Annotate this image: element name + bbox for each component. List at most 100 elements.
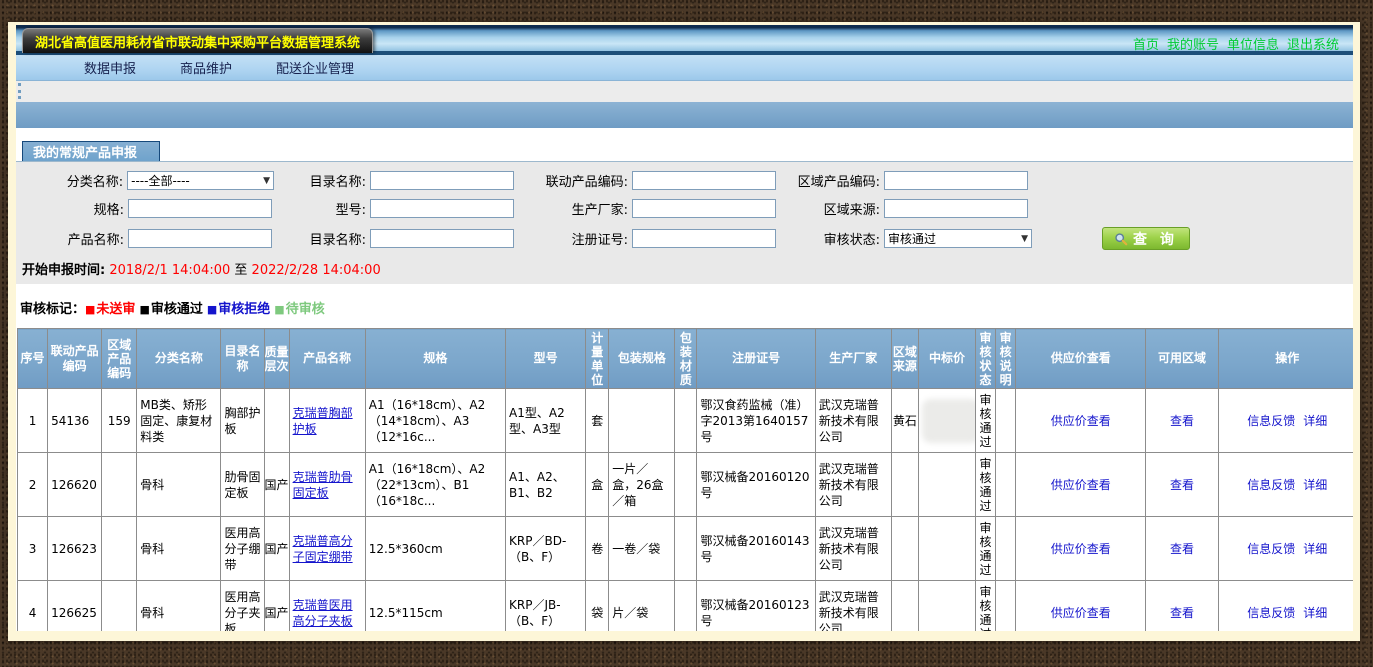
legend-item: ■审核拒绝 bbox=[207, 302, 270, 317]
available-region-link[interactable]: 查看 bbox=[1170, 414, 1194, 428]
supply-price-link[interactable]: 供应价查看 bbox=[1051, 606, 1111, 620]
region-source-input[interactable] bbox=[884, 199, 1028, 218]
cell-region-source: 黄石 bbox=[891, 389, 918, 453]
cell-region-code bbox=[102, 581, 137, 632]
menu-product-maintain[interactable]: 商品维护 bbox=[180, 58, 232, 77]
cell-linkage-code: 126620 bbox=[48, 453, 102, 517]
collapse-handle-icon[interactable] bbox=[18, 83, 21, 99]
link-logout[interactable]: 退出系统 bbox=[1287, 34, 1339, 53]
action-link-0[interactable]: 信息反馈 bbox=[1247, 542, 1295, 556]
legend-square-icon: ■ bbox=[85, 303, 95, 316]
system-title-tab[interactable]: 湖北省高值医用耗材省市联动集中采购平台数据管理系统 bbox=[22, 28, 373, 53]
legend-square-icon: ■ bbox=[274, 303, 284, 316]
product-name-link[interactable]: 克瑞普胸部护板 bbox=[293, 406, 353, 436]
cell-model: A1、A2、B1、B2 bbox=[506, 453, 586, 517]
cell-category: 骨科 bbox=[137, 581, 221, 632]
cell-pack-spec: 一片／盒，26盒／箱 bbox=[609, 453, 675, 517]
link-my-account[interactable]: 我的账号 bbox=[1167, 34, 1219, 53]
supply-price-link[interactable]: 供应价查看 bbox=[1051, 478, 1111, 492]
available-region-link[interactable]: 查看 bbox=[1170, 478, 1194, 492]
filter-label-category: 分类名称: bbox=[16, 171, 127, 190]
column-header-supply-price: 供应价查看 bbox=[1016, 329, 1146, 389]
cell-pack-spec: 片／袋 bbox=[609, 581, 675, 632]
link-home[interactable]: 首页 bbox=[1133, 34, 1159, 53]
cell-unit: 卷 bbox=[586, 517, 609, 581]
cell-category: 骨科 bbox=[137, 453, 221, 517]
cell-linkage-code: 126623 bbox=[48, 517, 102, 581]
cell-audit-status: 审核通过 bbox=[976, 517, 996, 581]
cell-quality-level bbox=[264, 389, 289, 453]
region-code-input[interactable] bbox=[884, 171, 1028, 190]
action-link-0[interactable]: 信息反馈 bbox=[1247, 414, 1295, 428]
cell-available-region: 查看 bbox=[1146, 389, 1218, 453]
cell-reg-no: 鄂汉械备20160123号 bbox=[697, 581, 815, 632]
action-link-0[interactable]: 信息反馈 bbox=[1247, 478, 1295, 492]
menu-delivery-enterprise[interactable]: 配送企业管理 bbox=[276, 58, 354, 77]
cell-manufacturer: 武汉克瑞普新技术有限公司 bbox=[815, 581, 891, 632]
product-name-input[interactable] bbox=[128, 229, 272, 248]
cell-model: A1型、A2型、A3型 bbox=[506, 389, 586, 453]
column-header-catalog: 目录名称 bbox=[221, 329, 264, 389]
product-name-link[interactable]: 克瑞普肋骨固定板 bbox=[293, 470, 353, 500]
action-link-1[interactable]: 详细 bbox=[1303, 606, 1327, 620]
table-row: 4126625骨科医用高分子夹板国产克瑞普医用高分子夹板12.5*115cmKR… bbox=[18, 581, 1354, 632]
menu-data-declare[interactable]: 数据申报 bbox=[84, 58, 136, 77]
filter-label-model: 型号: bbox=[274, 199, 370, 218]
column-header-available-region: 可用区域 bbox=[1146, 329, 1218, 389]
supply-price-link[interactable]: 供应价查看 bbox=[1051, 414, 1111, 428]
catalog-name-input-2[interactable] bbox=[370, 229, 514, 248]
cell-audit-status: 审核通过 bbox=[976, 389, 996, 453]
cell-reg-no: 鄂汉械备20160143号 bbox=[697, 517, 815, 581]
action-link-1[interactable]: 详细 bbox=[1303, 478, 1327, 492]
available-region-link[interactable]: 查看 bbox=[1170, 606, 1194, 620]
action-link-1[interactable]: 详细 bbox=[1303, 414, 1327, 428]
cell-product-name: 克瑞普肋骨固定板 bbox=[289, 453, 365, 517]
cell-bid-price bbox=[918, 581, 975, 632]
column-header-seq: 序号 bbox=[18, 329, 48, 389]
column-header-product-name: 产品名称 bbox=[289, 329, 365, 389]
product-name-link[interactable]: 克瑞普医用高分子夹板 bbox=[293, 598, 353, 628]
cell-pack-material bbox=[675, 389, 697, 453]
toolbar-strip bbox=[16, 81, 1353, 102]
column-header-linkage-code: 联动产品编码 bbox=[48, 329, 102, 389]
category-select[interactable]: ----全部---- ▼ bbox=[127, 171, 274, 190]
column-header-audit-status: 审核状态 bbox=[976, 329, 996, 389]
cell-quality-level: 国产 bbox=[264, 581, 289, 632]
filter-label-region-source: 区域来源: bbox=[782, 199, 884, 218]
cell-region-source bbox=[891, 581, 918, 632]
column-header-reg-no: 注册证号 bbox=[697, 329, 815, 389]
manufacturer-input[interactable] bbox=[632, 199, 776, 218]
link-unit-info[interactable]: 单位信息 bbox=[1227, 34, 1279, 53]
legend-item: ■审核通过 bbox=[139, 302, 202, 317]
cell-catalog: 医用高分子绷带 bbox=[221, 517, 264, 581]
cell-audit-note bbox=[996, 389, 1016, 453]
top-banner: 湖北省高值医用耗材省市联动集中采购平台数据管理系统 首页 我的账号 单位信息 退… bbox=[16, 25, 1353, 55]
reg-no-input[interactable] bbox=[632, 229, 776, 248]
cell-pack-material bbox=[675, 517, 697, 581]
cell-reg-no: 鄂汉食药监械（准）字2013第1640157号 bbox=[697, 389, 815, 453]
column-header-pack-material: 包装材质 bbox=[675, 329, 697, 389]
panel-tab-my-declarations[interactable]: 我的常规产品申报 bbox=[22, 141, 160, 161]
catalog-name-input[interactable] bbox=[370, 171, 514, 190]
cell-spec: 12.5*115cm bbox=[365, 581, 505, 632]
cell-product-name: 克瑞普胸部护板 bbox=[289, 389, 365, 453]
audit-status-select[interactable]: 审核通过 ▼ bbox=[884, 229, 1032, 248]
product-name-link[interactable]: 克瑞普高分子固定绷带 bbox=[293, 534, 353, 564]
cell-catalog: 肋骨固定板 bbox=[221, 453, 264, 517]
linkage-code-input[interactable] bbox=[632, 171, 776, 190]
cell-bid-price bbox=[918, 453, 975, 517]
search-button[interactable]: 查 询 bbox=[1102, 227, 1190, 250]
cell-spec: A1（16*18cm）、A2（14*18cm）、A3（12*16c... bbox=[365, 389, 505, 453]
spec-input[interactable] bbox=[128, 199, 272, 218]
supply-price-link[interactable]: 供应价查看 bbox=[1051, 542, 1111, 556]
search-icon bbox=[1114, 232, 1128, 246]
column-header-pack-spec: 包装规格 bbox=[609, 329, 675, 389]
legend-square-icon: ■ bbox=[139, 303, 149, 316]
column-header-region-code: 区域产品编码 bbox=[102, 329, 137, 389]
action-link-1[interactable]: 详细 bbox=[1303, 542, 1327, 556]
cell-catalog: 医用高分子夹板 bbox=[221, 581, 264, 632]
declare-time-label: 开始申报时间: bbox=[22, 263, 105, 278]
model-input[interactable] bbox=[370, 199, 514, 218]
available-region-link[interactable]: 查看 bbox=[1170, 542, 1194, 556]
action-link-0[interactable]: 信息反馈 bbox=[1247, 606, 1295, 620]
